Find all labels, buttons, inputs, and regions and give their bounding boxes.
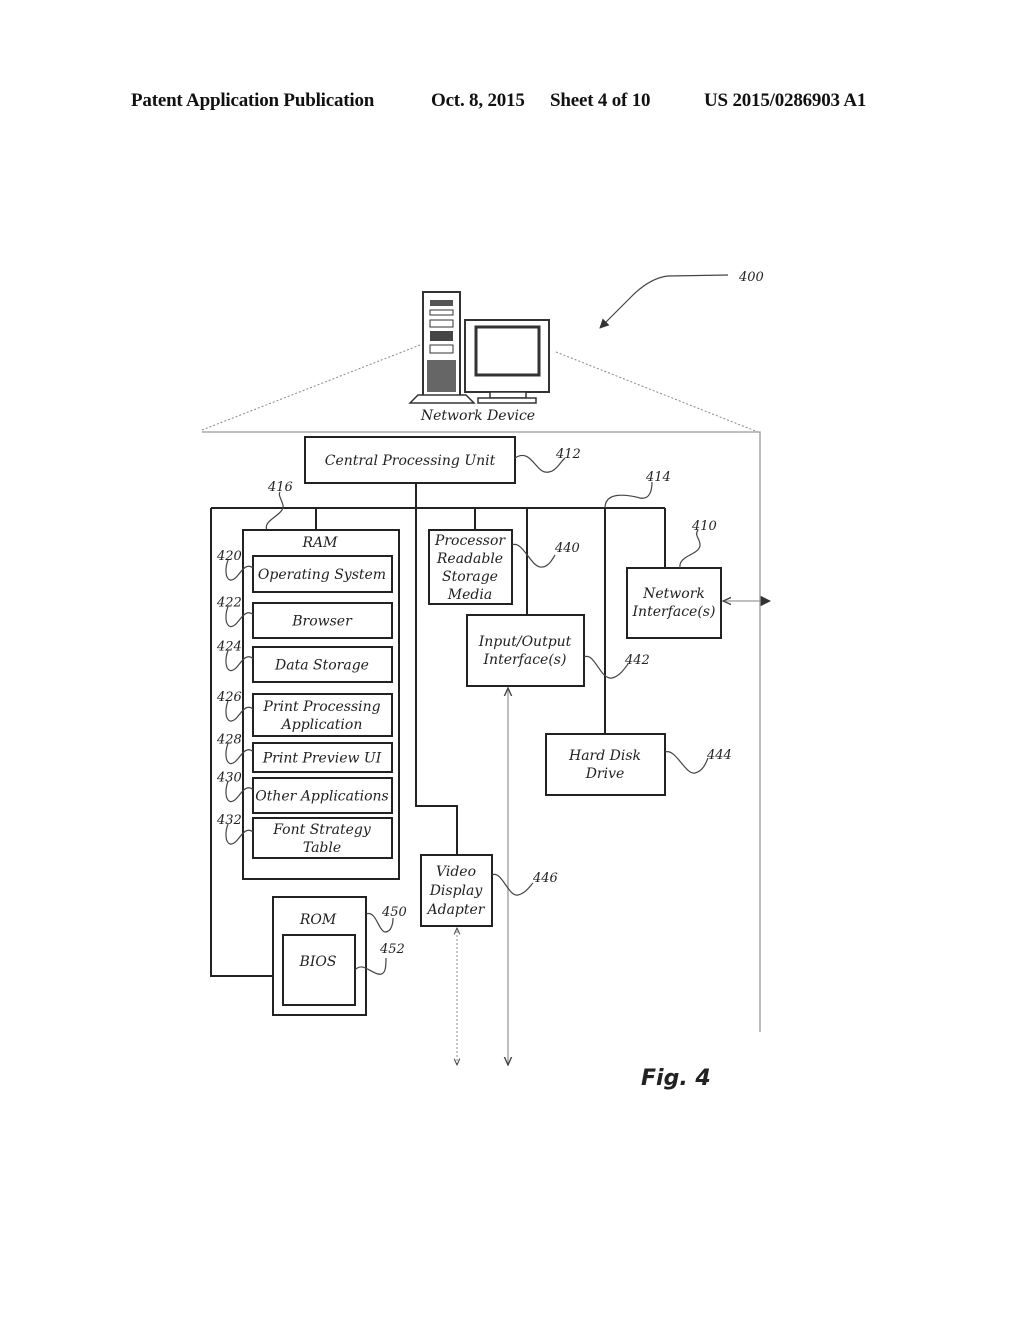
network-interface-box bbox=[626, 567, 722, 639]
ref-416-leader bbox=[265, 491, 284, 531]
ref-444-leader bbox=[664, 751, 709, 774]
label-line: Print Preview UI bbox=[262, 751, 382, 767]
label-line: Browser bbox=[291, 614, 353, 630]
ref-432: 432 bbox=[216, 813, 242, 828]
ref-420: 420 bbox=[216, 549, 242, 564]
ref-426: 426 bbox=[216, 690, 242, 705]
io-box bbox=[466, 614, 585, 687]
ref-400-leader bbox=[599, 274, 729, 329]
ref-414: 414 bbox=[645, 470, 671, 485]
cpu-label: Central Processing Unit bbox=[325, 453, 496, 469]
ref-430: 430 bbox=[216, 771, 242, 786]
label-line: Operating System bbox=[258, 567, 386, 583]
label-line: Print Processing bbox=[262, 699, 380, 715]
ref-410-leader bbox=[679, 529, 701, 569]
ref-450: 450 bbox=[381, 905, 407, 920]
bios-box bbox=[282, 934, 356, 1006]
bios-label: BIOS bbox=[299, 954, 337, 970]
ref-446: 446 bbox=[532, 871, 558, 886]
label-line: Video bbox=[436, 864, 476, 880]
label-line: Network bbox=[642, 586, 705, 602]
ref-440: 440 bbox=[554, 541, 580, 556]
label-line: Storage bbox=[442, 569, 498, 585]
ref-422: 422 bbox=[216, 596, 242, 611]
rom-label: ROM bbox=[299, 912, 337, 928]
ref-424: 424 bbox=[216, 640, 242, 655]
expansion-line-left bbox=[201, 344, 421, 431]
label-line: Display bbox=[429, 883, 484, 899]
label-line: Interface(s) bbox=[483, 652, 567, 668]
label-line: Font Strategy bbox=[272, 822, 372, 838]
label-line: Processor bbox=[434, 533, 506, 549]
ref-410: 410 bbox=[691, 519, 717, 534]
label-line: Interface(s) bbox=[632, 604, 716, 620]
ref-444: 444 bbox=[706, 748, 732, 763]
ref-412: 412 bbox=[555, 447, 581, 462]
ref-428: 428 bbox=[216, 733, 242, 748]
label-line: Drive bbox=[585, 766, 625, 782]
figure-label: Fig. 4 bbox=[641, 1066, 711, 1091]
computer-icon bbox=[408, 291, 550, 404]
ref-440-leader bbox=[511, 543, 556, 568]
label-line: Data Storage bbox=[274, 658, 369, 674]
figure-4-diagram: 400 Network Device Central Processing Un… bbox=[201, 270, 1024, 1091]
ref-446-leader bbox=[491, 873, 534, 896]
label-line: Media bbox=[447, 587, 492, 603]
ref-414-leader bbox=[604, 481, 653, 509]
ref-452: 452 bbox=[379, 942, 405, 957]
ref-400: 400 bbox=[738, 270, 764, 285]
label-line: Table bbox=[303, 840, 341, 856]
ref-442: 442 bbox=[624, 653, 650, 668]
ref-416: 416 bbox=[267, 480, 293, 495]
label-line: Other Applications bbox=[255, 789, 388, 805]
label-line: Hard Disk bbox=[568, 748, 641, 764]
expansion-line-right bbox=[555, 351, 759, 433]
device-caption: Network Device bbox=[420, 408, 535, 424]
label-line: Input/Output bbox=[478, 634, 572, 650]
label-line: Adapter bbox=[426, 902, 486, 918]
hard-disk-box bbox=[545, 733, 666, 796]
ram-label: RAM bbox=[302, 535, 339, 551]
label-line: Readable bbox=[436, 551, 503, 567]
label-line: Application bbox=[280, 717, 363, 733]
